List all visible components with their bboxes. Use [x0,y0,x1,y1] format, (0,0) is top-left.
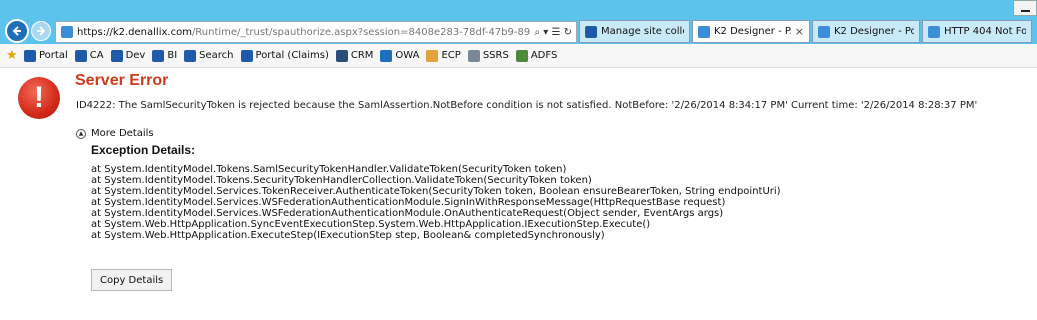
sharepoint-icon [74,49,87,62]
fav-crm[interactable]: CRM [335,49,373,62]
stack-line: at System.Web.HttpApplication.SyncEventE… [91,219,651,230]
tab-k2-designer-active[interactable]: K2 Designer - P... × [692,20,810,43]
sharepoint-icon [585,25,597,38]
stack-line: at System.IdentityModel.Tokens.SecurityT… [91,175,592,186]
error-message: ID4222: The SamlSecurityToken is rejecte… [76,100,978,111]
ie-page-icon [818,25,830,38]
forward-button[interactable] [31,21,51,41]
stack-line: at System.IdentityModel.Tokens.SamlSecur… [91,164,567,175]
tab-close-icon[interactable]: × [795,25,804,38]
favorites-star-icon[interactable]: ★ [6,48,20,63]
fav-dev[interactable]: Dev [110,49,145,62]
ssrs-icon [467,49,480,62]
favorites-bar: ★ Portal CA Dev BI Search Portal (Claims… [0,44,1037,68]
ie-page-icon [61,26,73,38]
stack-line: at System.IdentityModel.Services.WSFeder… [91,208,724,219]
fav-bi[interactable]: BI [152,49,177,62]
outlook-icon [380,49,393,62]
page-title: Server Error [75,72,169,89]
ie-page-icon [698,25,710,38]
adfs-icon [515,49,528,62]
minimize-button[interactable] [1013,0,1037,16]
exception-details-heading: Exception Details: [91,143,196,157]
stack-line: at System.IdentityModel.Services.WSFeder… [91,197,726,208]
more-details-toggle[interactable]: ▲ More Details [76,128,154,139]
address-url[interactable]: https://k2.denallix.com/Runtime/_trust/s… [77,27,531,38]
sharepoint-icon [110,49,123,62]
stack-line: at System.IdentityModel.Services.TokenRe… [91,186,781,197]
sharepoint-icon [24,49,36,62]
fav-portal[interactable]: Portal [24,49,68,62]
fav-search[interactable]: Search [184,49,234,62]
stack-line: at System.Web.HttpApplication.ExecuteSte… [91,230,605,241]
more-details-label: More Details [91,128,154,139]
fav-ecp[interactable]: ECP [426,49,461,62]
ie-page-icon [928,25,940,38]
stack-trace: at System.IdentityModel.Tokens.SamlSecur… [91,164,781,241]
address-bar[interactable]: https://k2.denallix.com/Runtime/_trust/s… [55,21,577,43]
sharepoint-icon [240,49,253,62]
browser-title-bar: https://k2.denallix.com/Runtime/_trust/s… [0,0,1037,44]
fav-adfs[interactable]: ADFS [515,49,557,62]
tab-manage-site-collections[interactable]: Manage site colle... [579,20,690,43]
crm-icon [335,49,348,62]
fav-ca[interactable]: CA [74,49,104,62]
collapse-up-icon: ▲ [76,128,86,139]
error-icon: ! [18,77,60,119]
sharepoint-icon [152,49,165,62]
sharepoint-icon [184,49,197,62]
address-tools[interactable]: ⌕ ▾ ☰ ↻ [531,27,577,38]
arrow-right-icon [37,26,46,36]
copy-details-button[interactable]: Copy Details [91,269,173,291]
tab-k2-designer-powershell[interactable]: K2 Designer - Pow... [812,20,920,43]
fav-portal-claims[interactable]: Portal (Claims) [240,49,329,62]
arrow-left-icon [12,26,21,36]
fav-ssrs[interactable]: SSRS [467,49,509,62]
fav-owa[interactable]: OWA [380,49,419,62]
back-button[interactable] [5,19,29,43]
ecp-icon [426,49,439,62]
tab-http-404[interactable]: HTTP 404 Not Fo... [922,20,1032,43]
